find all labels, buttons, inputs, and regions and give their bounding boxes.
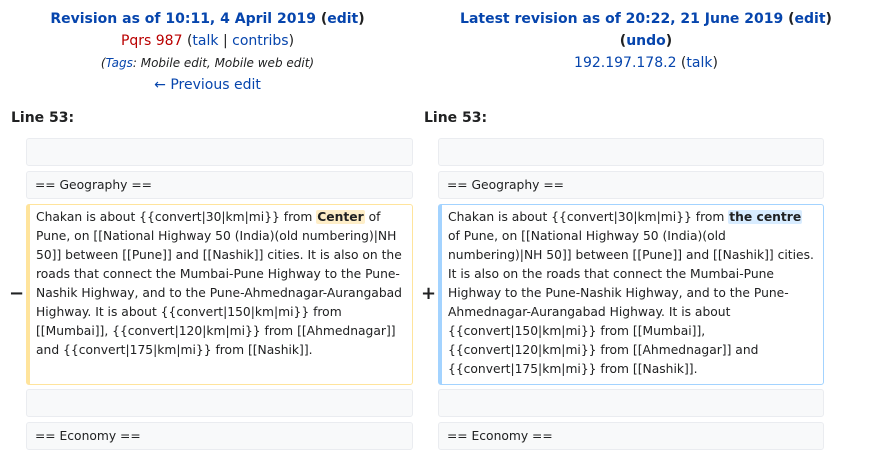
added-line-marker: + xyxy=(421,283,437,304)
right-ip-link[interactable]: 192.197.178.2 xyxy=(574,55,676,71)
left-tags: (Tags: Mobile edit, Mobile web edit) xyxy=(100,56,315,70)
left-line-number: Line 53: xyxy=(11,110,75,126)
right-talk-link[interactable]: talk xyxy=(686,55,712,71)
right-context-geography: == Geography == xyxy=(438,171,824,199)
right-edit-link[interactable]: edit xyxy=(795,11,826,27)
left-edit-link[interactable]: edit xyxy=(327,11,358,27)
left-context-empty-1 xyxy=(26,138,413,166)
added-line: Chakan is about {{convert|30|km|mi}} fro… xyxy=(438,204,824,385)
left-revision-link[interactable]: Revision as of 10:11, 4 April 2019 xyxy=(50,11,316,27)
left-contribs-link[interactable]: contribs xyxy=(232,33,288,49)
right-revision-link[interactable]: Latest revision as of 20:22, 21 June 201… xyxy=(460,11,783,27)
left-context-geography: == Geography == xyxy=(26,171,413,199)
deleted-text-before: Chakan is about {{convert|30|km|mi}} fro… xyxy=(36,210,317,224)
left-revision-header: Revision as of 10:11, 4 April 2019 (edit… xyxy=(0,8,415,96)
deleted-line: Chakan is about {{convert|30|km|mi}} fro… xyxy=(26,204,413,385)
left-user-line: Pqrs 987 (talk | contribs) xyxy=(120,33,295,49)
right-revision-header: Latest revision as of 20:22, 21 June 201… xyxy=(418,8,874,74)
tags-value: Mobile edit, Mobile web edit xyxy=(140,56,310,70)
added-text-after: of Pune, on [[National Highway 50 (India… xyxy=(448,229,814,376)
right-context-economy: == Economy == xyxy=(438,422,824,450)
deleted-changed-word: Center xyxy=(316,210,365,224)
left-revision-title: Revision as of 10:11, 4 April 2019 (edit… xyxy=(50,11,365,27)
tags-link[interactable]: Tags xyxy=(106,56,133,70)
right-context-empty-2 xyxy=(438,389,824,417)
right-user-line: 192.197.178.2 (talk) xyxy=(574,55,718,71)
left-talk-link[interactable]: talk xyxy=(192,33,218,49)
left-user-link[interactable]: Pqrs 987 xyxy=(121,33,183,49)
added-changed-word: the centre xyxy=(728,210,803,224)
left-context-empty-2 xyxy=(26,389,413,417)
undo-line: (undo) xyxy=(619,33,673,49)
deleted-text-after: of Pune, on [[National Highway 50 (India… xyxy=(36,210,402,357)
right-revision-title: Latest revision as of 20:22, 21 June 201… xyxy=(460,11,832,27)
right-context-empty-1 xyxy=(438,138,824,166)
previous-edit-link[interactable]: ← Previous edit xyxy=(154,77,261,93)
deleted-line-marker: − xyxy=(9,283,25,304)
right-line-number: Line 53: xyxy=(424,110,488,126)
left-context-economy: == Economy == xyxy=(26,422,413,450)
undo-link[interactable]: undo xyxy=(626,33,666,49)
previous-edit-line: ← Previous edit xyxy=(0,74,415,96)
added-text-before: Chakan is about {{convert|30|km|mi}} fro… xyxy=(448,210,729,224)
